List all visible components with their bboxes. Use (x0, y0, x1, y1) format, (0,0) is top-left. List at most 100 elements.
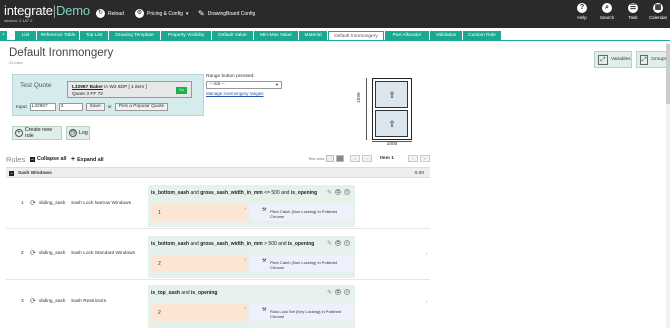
rule-row[interactable]: 2 ⟳ sliding_sash Sash Lock Standard Wind… (6, 232, 430, 280)
tab-validation[interactable]: Validation (430, 31, 462, 40)
search-button[interactable]: ⌕ Search (596, 3, 618, 20)
next-page-icon[interactable]: › (407, 155, 418, 162)
copy-icon[interactable]: ⧉ (335, 240, 341, 246)
rule-name: Sash Lock Narrow Windows (71, 201, 131, 206)
drawingboard-config-button[interactable]: ✎ DrawingBoard Config (198, 9, 255, 18)
rule-name: Sash Restrictors (71, 299, 107, 304)
width-dimension: 1000 (386, 142, 398, 147)
row-expand-icon[interactable]: › (426, 299, 428, 304)
page-title: Default Ironmongery (9, 47, 114, 59)
tab-min-max-value[interactable]: Min-Max Value (254, 31, 298, 40)
plus-icon: + (71, 156, 76, 163)
rule-code: sliding_sash (39, 201, 66, 206)
app-logo[interactable]: integrate|Demo (4, 3, 90, 18)
variables-button[interactable]: ⤢ Variables (594, 51, 632, 68)
last-page-icon[interactable]: » (419, 155, 430, 162)
task-button[interactable]: ☰ Task (622, 3, 644, 20)
rule-row[interactable]: 3 ⟳ sliding_sash Sash Restrictors is_top… (6, 283, 430, 328)
rule-row[interactable]: 1 ⟳ sliding_sash Sash Lock Narrow Window… (6, 179, 430, 229)
test-quote-label: Test Quote (20, 82, 52, 89)
window-drawing[interactable]: ⇧ ⇧ (372, 78, 412, 140)
sash-up-icon: ⇧ (388, 90, 396, 100)
expand-all-button[interactable]: + Expand all (71, 156, 104, 163)
tab-default-ironmongery[interactable]: Default Ironmongery (328, 31, 384, 40)
output-value[interactable]: 2 * (152, 304, 248, 321)
chevron-down-icon: ▾ (185, 10, 189, 17)
tab-drawing-template[interactable]: Drawing Template (109, 31, 160, 40)
hardware-icon: ⚒ (262, 307, 267, 313)
prev-page-icon[interactable]: ‹ (362, 155, 372, 162)
required-marker: * (244, 206, 246, 211)
calendar-button[interactable]: ▦ Calendar (647, 3, 669, 20)
group-name: Sash Windows (18, 171, 52, 176)
groups-button[interactable]: ⤢ Groups (636, 51, 668, 68)
delete-icon[interactable]: ✕ (344, 189, 350, 195)
view-option-on[interactable] (336, 155, 345, 162)
view-option-off[interactable] (326, 155, 335, 162)
item-pager: « ‹ Item 1 › » (350, 155, 430, 162)
pricing-config-menu[interactable]: ⚙ Pricing & Config ▾ (135, 9, 188, 18)
log-button[interactable]: ◷ Log (66, 126, 90, 140)
bottom-sash[interactable]: ⇧ (375, 110, 408, 137)
task-icon: ☰ (628, 3, 638, 13)
edit-icon[interactable]: ✎ (327, 189, 332, 196)
first-page-icon[interactable]: « (350, 155, 360, 162)
height-dimension: 1599 (357, 92, 362, 103)
minus-icon: − (30, 156, 35, 162)
help-button[interactable]: ? Help (571, 3, 593, 20)
search-icon: ⌕ (602, 3, 612, 13)
reload-icon: ↻ (96, 9, 105, 18)
scrollbar-thumb[interactable] (666, 44, 670, 104)
tab-property-visibility[interactable]: Property Visibility (161, 31, 211, 40)
test-view-toggle[interactable]: Test view (308, 155, 345, 162)
quote-ref-input[interactable]: L32967 (29, 103, 56, 111)
edit-icon[interactable]: ✎ (327, 240, 332, 247)
expand-icon: ⤢ (598, 54, 608, 65)
tab-custom-rule[interactable]: Custom Rule (463, 31, 501, 40)
row-expand-icon[interactable]: › (426, 251, 428, 256)
copy-icon[interactable]: ⧉ (335, 289, 341, 295)
tab-part-allocator[interactable]: Part Allocator (385, 31, 429, 40)
quote-ref-link[interactable]: L32987 Baker (72, 85, 103, 90)
sync-icon: ⟳ (30, 298, 36, 305)
rule-name: Sash Lock Standard Windows (71, 251, 135, 256)
save-button[interactable]: Save (85, 103, 105, 111)
create-new-rule-button[interactable]: + Create new rule (12, 126, 62, 140)
top-sash[interactable]: ⇧ (375, 81, 408, 108)
tab-top-list[interactable]: Top List (80, 31, 108, 40)
tab-default-value[interactable]: Default Value (212, 31, 253, 40)
range-select[interactable]: -- n/a -- ▼ (206, 81, 282, 89)
group-value: 0.00 (414, 171, 424, 176)
item-number-input[interactable]: 3 (58, 103, 83, 111)
delete-icon[interactable]: ✕ (344, 289, 350, 295)
rule-number: 2 (21, 251, 24, 256)
output-value[interactable]: 1 * (152, 204, 248, 221)
tab-reference-table[interactable]: Reference Table (37, 31, 79, 40)
sash-up-icon: ⇧ (388, 119, 396, 129)
selected-quote[interactable]: L32987 Baker in W2 6DP [ 1 item ] Quote … (67, 81, 192, 98)
rule-result: ⚒ Pitch Catch (Non Locking) in Polished … (250, 204, 354, 221)
tab-bar: List Reference Table Top List Drawing Te… (0, 31, 670, 40)
copy-icon[interactable]: ⧉ (335, 189, 341, 195)
output-value[interactable]: 2 * (152, 255, 248, 272)
pick-popular-quote-button[interactable]: Pick a Popular Quote (114, 103, 169, 111)
version-label: version: 2.187.2 (4, 18, 33, 23)
go-button[interactable]: Go (176, 87, 187, 94)
group-header[interactable]: − Sash Windows 0.00 (6, 167, 430, 178)
edit-icon[interactable]: ✎ (327, 289, 332, 296)
delete-icon[interactable]: ✕ (344, 240, 350, 246)
tab-list[interactable]: List (15, 31, 36, 40)
reload-button[interactable]: ↻ Reload (96, 9, 124, 18)
test-input-row: Input L32967 3 Save or Pick a Popular Qu… (16, 103, 169, 111)
hardware-icon: ⚒ (262, 258, 267, 264)
quote-detail: Quote 3 FF 72 (72, 92, 103, 97)
calendar-icon: ▦ (653, 3, 663, 13)
collapse-group-icon[interactable]: − (9, 171, 14, 176)
clock-icon: ◷ (69, 129, 77, 137)
height-dimension-line (366, 78, 367, 140)
manage-ranges-link[interactable]: Manage ironmongery ranges (206, 91, 264, 96)
gear-icon: ⚙ (135, 9, 144, 18)
collapse-all-button[interactable]: − Collapse all (30, 156, 66, 162)
rule-number: 1 (21, 201, 24, 206)
tab-material[interactable]: Material (299, 31, 327, 40)
